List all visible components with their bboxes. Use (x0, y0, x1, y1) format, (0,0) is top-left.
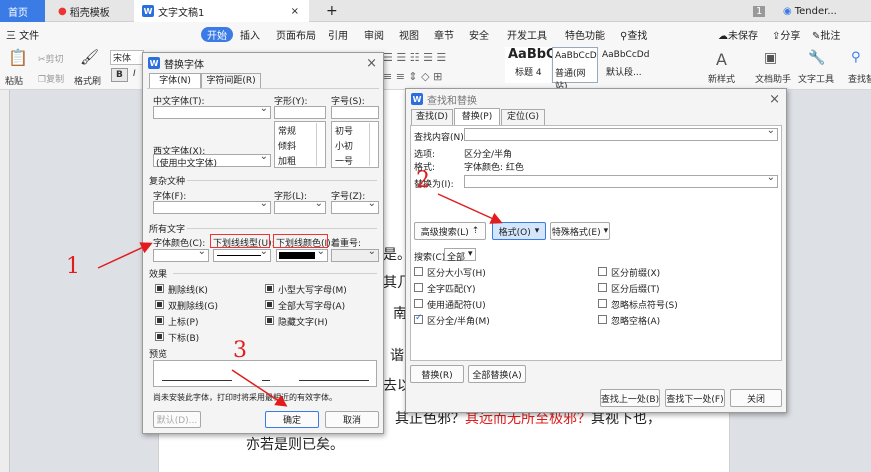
annotation-arrows (97, 193, 503, 407)
arrow-3 (231, 369, 288, 407)
arrow-2 (437, 193, 503, 224)
screen: 首页 ● 稻壳模板 W 文字文稿1 × + 1 ◉ Tender... 三 文件 开始 … (0, 0, 871, 472)
arrow-1 (97, 242, 153, 269)
